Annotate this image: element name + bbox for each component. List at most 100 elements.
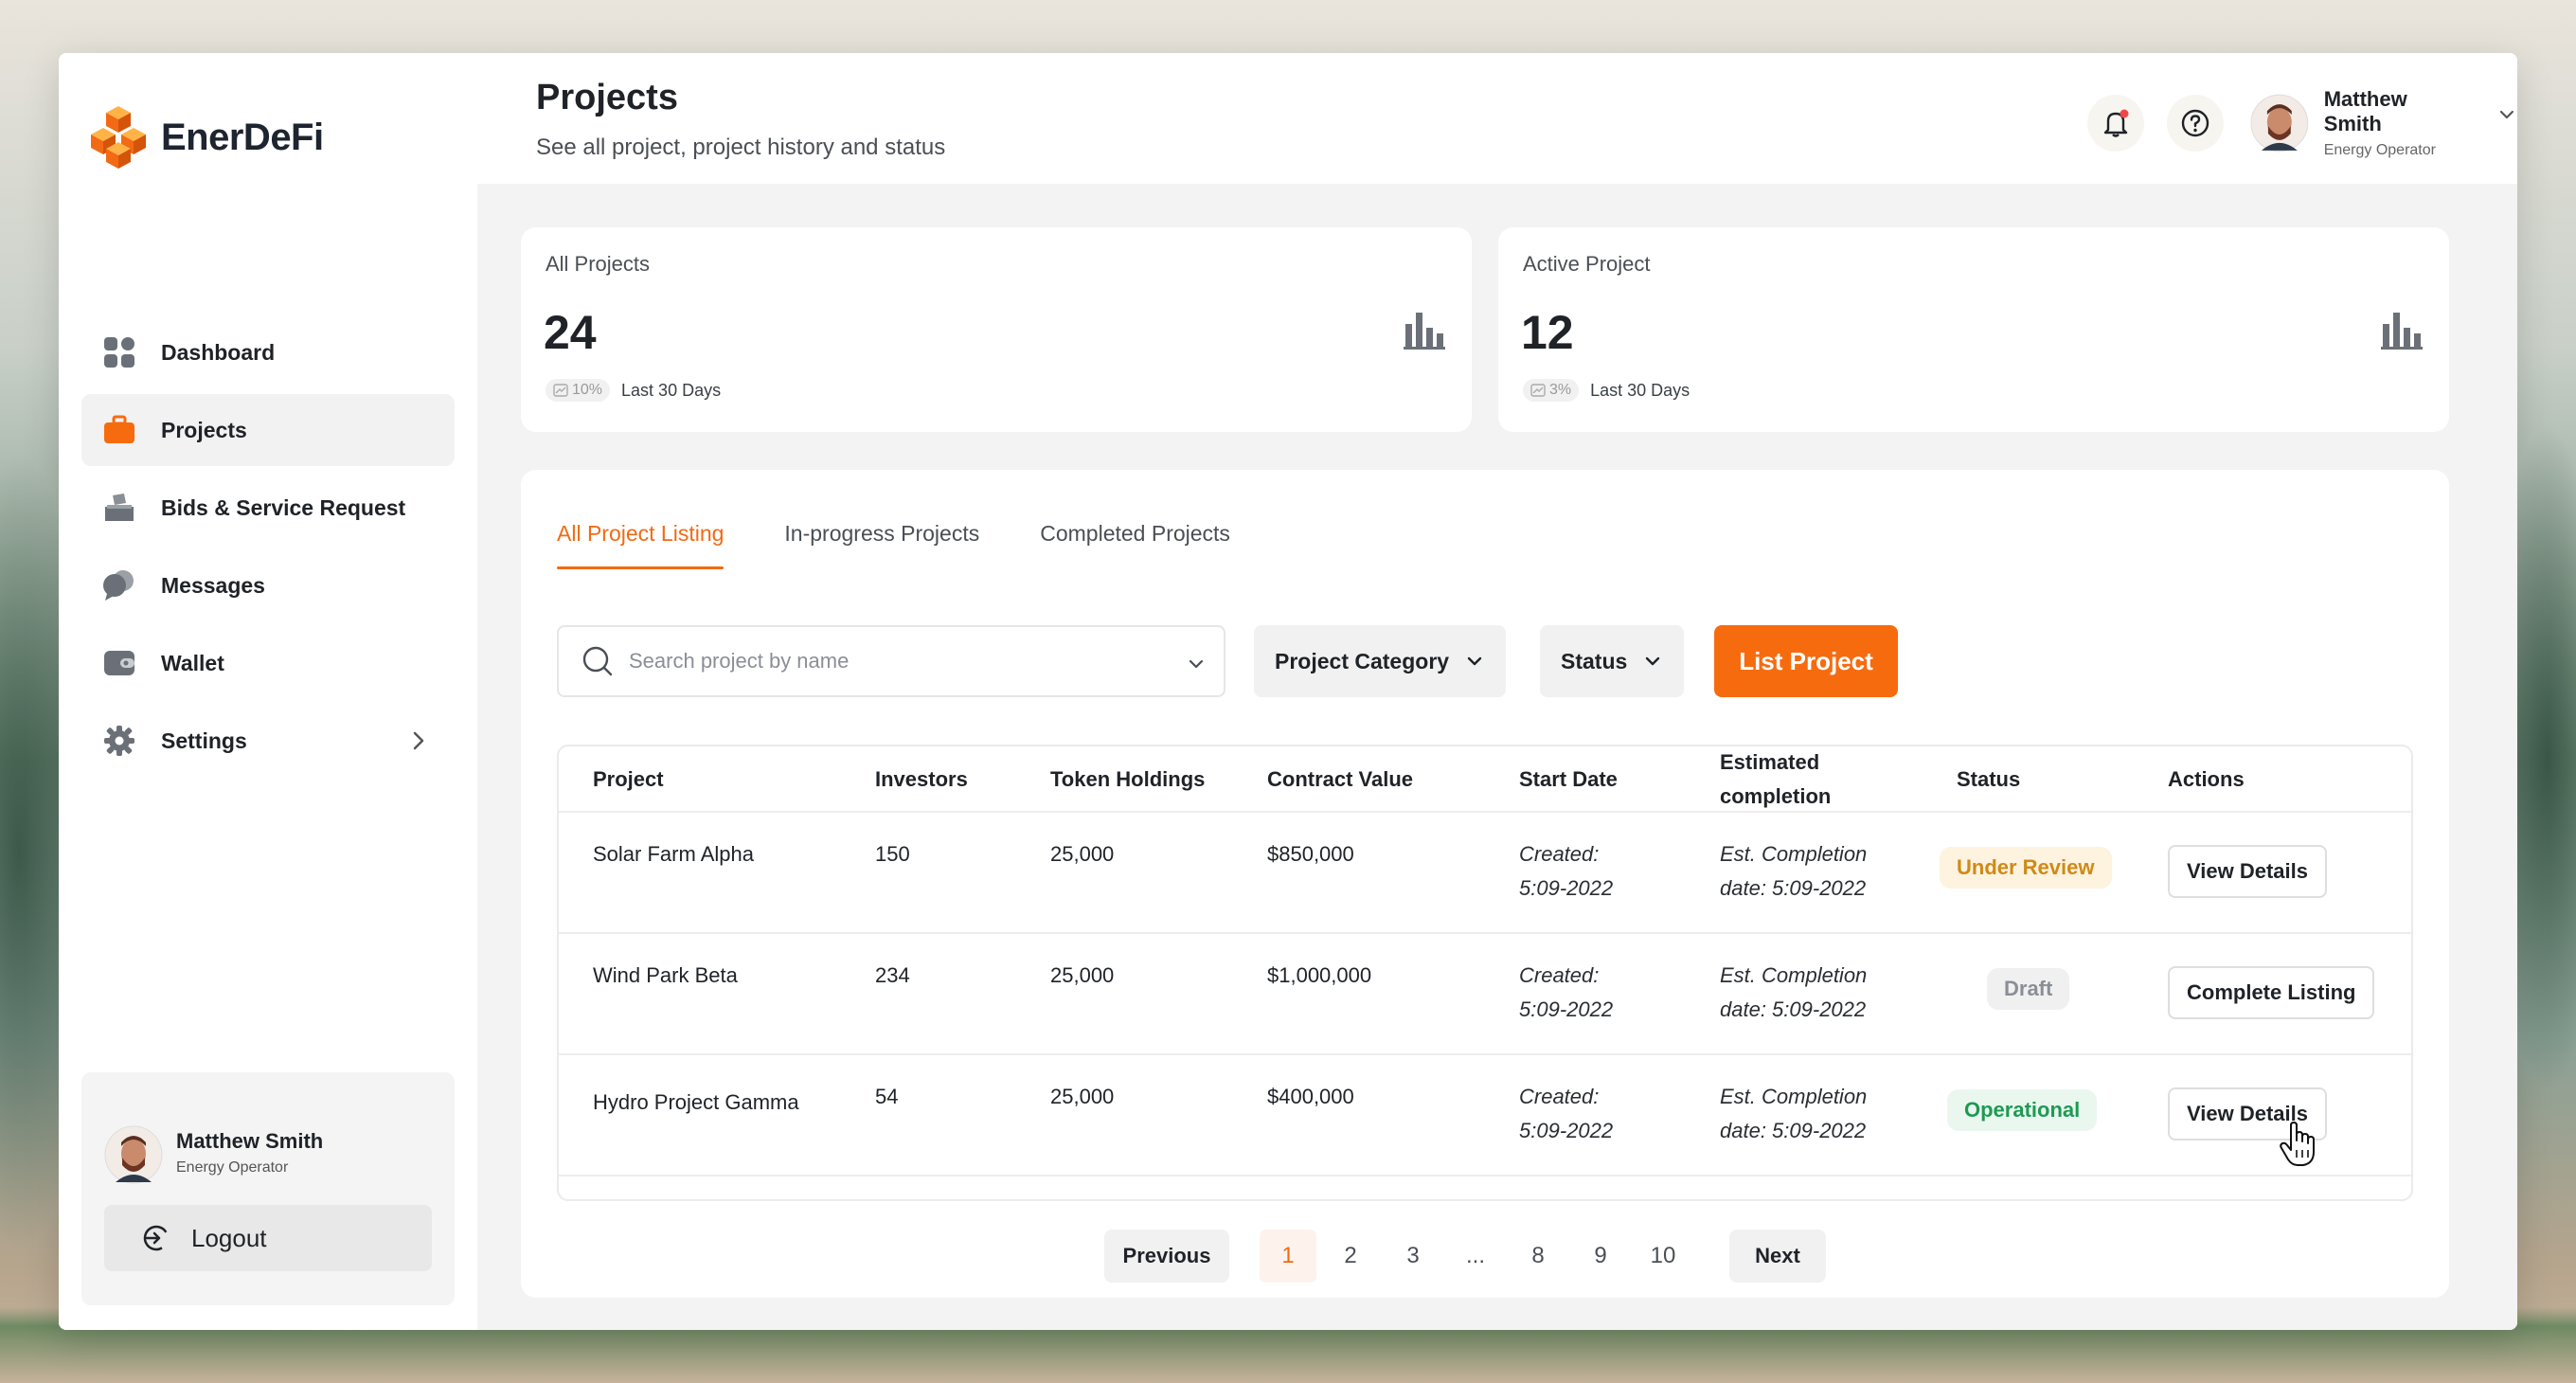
stat-label: Active Project bbox=[1523, 252, 1651, 276]
page-3[interactable]: 3 bbox=[1385, 1230, 1441, 1283]
sidebar-item-bids[interactable]: Bids & Service Request bbox=[81, 472, 455, 544]
app-window: EnerDeFi Dashboard Projects Bids & Servi… bbox=[59, 53, 2517, 1330]
chevron-down-icon[interactable] bbox=[1186, 654, 1207, 674]
briefcase-icon bbox=[102, 413, 136, 447]
table-row: Hydro Project Gamma 54 25,000 $400,000 C… bbox=[559, 1055, 2411, 1176]
cell-start-date-label: Created: bbox=[1519, 1085, 1600, 1108]
page-ellipsis: ... bbox=[1465, 1243, 1485, 1268]
header-user-menu[interactable]: Matthew Smith Energy Operator bbox=[2250, 87, 2517, 159]
sidebar-item-label: Bids & Service Request bbox=[161, 494, 406, 520]
column-header-start-date: Start Date bbox=[1519, 767, 1618, 791]
page-8[interactable]: 8 bbox=[1510, 1230, 1566, 1283]
brand-name: EnerDeFi bbox=[161, 116, 324, 158]
bar-chart-icon bbox=[1404, 313, 1445, 350]
previous-page-button[interactable]: Previous bbox=[1104, 1230, 1229, 1283]
page-10[interactable]: 10 bbox=[1635, 1230, 1691, 1283]
column-header-estimated-completion: Estimated completion bbox=[1720, 750, 1832, 808]
sidebar-item-label: Messages bbox=[161, 572, 265, 598]
sidebar-item-settings[interactable]: Settings bbox=[81, 705, 455, 777]
cell-tokens: 25,000 bbox=[1050, 963, 1115, 987]
bids-icon bbox=[102, 491, 136, 525]
filter-label: Status bbox=[1561, 648, 1628, 674]
pagination: Previous 1 2 3 ... 8 9 10 Next bbox=[521, 1230, 2449, 1283]
bar-chart-icon bbox=[2381, 313, 2423, 350]
logout-label: Logout bbox=[191, 1223, 267, 1252]
search-box bbox=[557, 625, 1225, 697]
tab-in-progress[interactable]: In-progress Projects bbox=[784, 521, 979, 569]
header-user-role: Energy Operator bbox=[2323, 142, 2436, 158]
status-badge: Under Review bbox=[1940, 847, 2112, 889]
page-title: Projects bbox=[536, 78, 678, 117]
cell-investors: 54 bbox=[875, 1085, 899, 1108]
cell-investors: 150 bbox=[875, 842, 910, 866]
sidebar-item-dashboard[interactable]: Dashboard bbox=[81, 316, 455, 388]
stat-card-active-project: Active Project 12 3% Last 30 Days bbox=[1498, 227, 2449, 432]
stat-value: 12 bbox=[1521, 306, 1574, 359]
stat-value: 24 bbox=[544, 306, 597, 359]
brand-logo[interactable]: EnerDeFi bbox=[87, 104, 324, 171]
stat-change-badge: 3% bbox=[1523, 379, 1580, 402]
tab-completed[interactable]: Completed Projects bbox=[1040, 521, 1230, 569]
page-2[interactable]: 2 bbox=[1322, 1230, 1379, 1283]
list-project-button[interactable]: List Project bbox=[1714, 625, 1898, 697]
tab-all-projects[interactable]: All Project Listing bbox=[557, 521, 724, 569]
cell-est-date: date: 5:09-2022 bbox=[1720, 1119, 1867, 1142]
help-button[interactable] bbox=[2167, 95, 2224, 152]
logout-icon bbox=[143, 1225, 170, 1251]
page-header: Projects See all project, project histor… bbox=[477, 53, 2517, 184]
table-header: Project Investors Token Holdings Contrac… bbox=[559, 746, 2411, 813]
cell-project: Hydro Project Gamma bbox=[593, 1090, 799, 1114]
gear-icon bbox=[102, 724, 136, 758]
view-details-button[interactable]: View Details bbox=[2168, 845, 2327, 898]
cell-start-date: 5:09-2022 bbox=[1519, 997, 1614, 1021]
page-1[interactable]: 1 bbox=[1260, 1230, 1316, 1283]
column-header-status: Status bbox=[1957, 767, 2021, 791]
cell-start-date: 5:09-2022 bbox=[1519, 876, 1614, 900]
logo-cubes-icon bbox=[91, 106, 146, 169]
page-9[interactable]: 9 bbox=[1572, 1230, 1629, 1283]
sidebar-item-label: Projects bbox=[161, 417, 247, 442]
status-badge: Draft bbox=[1987, 968, 2070, 1010]
notifications-button[interactable] bbox=[2087, 95, 2144, 152]
trend-icon bbox=[1530, 384, 1546, 397]
logout-button[interactable]: Logout bbox=[104, 1205, 432, 1271]
trend-icon bbox=[553, 384, 568, 397]
cell-est-label: Est. Completion bbox=[1720, 842, 1868, 866]
projects-table: Project Investors Token Holdings Contrac… bbox=[557, 745, 2413, 1201]
cell-contract-value: $1,000,000 bbox=[1267, 963, 1372, 987]
sidebar-item-messages[interactable]: Messages bbox=[81, 549, 455, 621]
column-header-actions: Actions bbox=[2168, 767, 2245, 791]
wallet-icon bbox=[102, 646, 136, 680]
sidebar: EnerDeFi Dashboard Projects Bids & Servi… bbox=[59, 53, 477, 1330]
page-subtitle: See all project, project history and sta… bbox=[536, 135, 946, 160]
sidebar-item-projects[interactable]: Projects bbox=[81, 394, 455, 466]
cell-project: Wind Park Beta bbox=[593, 963, 738, 987]
chevron-right-icon bbox=[413, 731, 424, 750]
cell-tokens: 25,000 bbox=[1050, 1085, 1115, 1108]
main-content: Projects See all project, project histor… bbox=[477, 53, 2517, 1330]
table-row: Solar Farm Alpha 150 25,000 $850,000 Cre… bbox=[559, 813, 2411, 934]
column-header-contract-value: Contract Value bbox=[1267, 767, 1414, 791]
stat-period: Last 30 Days bbox=[621, 380, 722, 400]
project-category-filter[interactable]: Project Category bbox=[1254, 625, 1507, 697]
chevron-down-icon bbox=[1467, 656, 1482, 666]
complete-listing-button[interactable]: Complete Listing bbox=[2168, 966, 2375, 1019]
cell-start-date-label: Created: bbox=[1519, 842, 1600, 866]
avatar[interactable] bbox=[104, 1125, 163, 1184]
cell-contract-value: $400,000 bbox=[1267, 1085, 1354, 1108]
dashboard-icon bbox=[102, 335, 136, 369]
status-filter[interactable]: Status bbox=[1540, 625, 1685, 697]
stat-change-badge: 10% bbox=[546, 379, 611, 402]
cell-project: Solar Farm Alpha bbox=[593, 842, 754, 866]
search-input[interactable] bbox=[629, 649, 1159, 674]
filter-label: Project Category bbox=[1275, 648, 1450, 674]
cell-est-date: date: 5:09-2022 bbox=[1720, 997, 1867, 1021]
chat-icon bbox=[102, 568, 136, 602]
cell-start-date-label: Created: bbox=[1519, 963, 1600, 987]
project-tabs: All Project Listing In-progress Projects… bbox=[557, 521, 1230, 569]
help-icon bbox=[2181, 109, 2209, 137]
sidebar-item-wallet[interactable]: Wallet bbox=[81, 627, 455, 699]
next-page-button[interactable]: Next bbox=[1729, 1230, 1826, 1283]
column-header-token-holdings: Token Holdings bbox=[1050, 767, 1206, 791]
sidebar-nav: Dashboard Projects Bids & Service Reques… bbox=[81, 316, 455, 782]
